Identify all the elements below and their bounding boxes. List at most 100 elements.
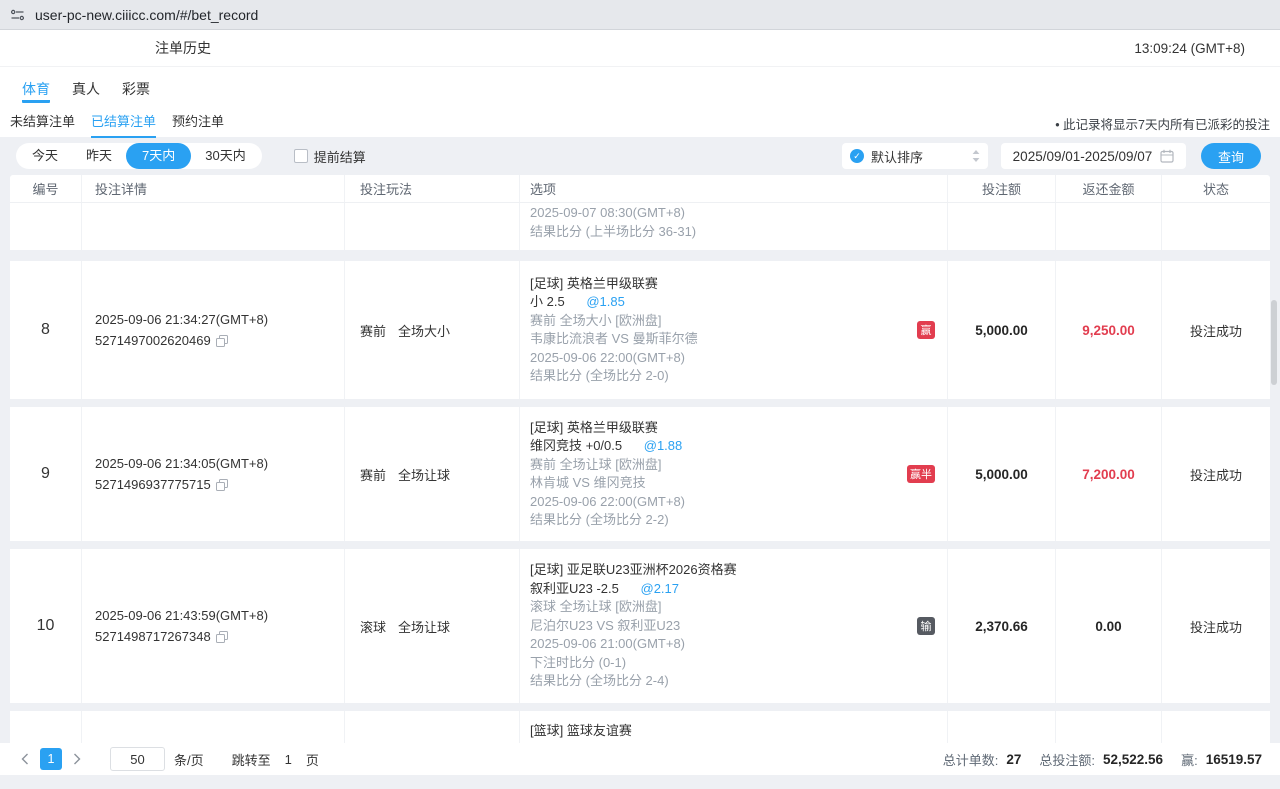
status-badge: 投注成功 bbox=[1190, 465, 1242, 484]
option-pick: 维冈竞技 +0/0.5 bbox=[530, 438, 622, 453]
bet-time: 2025-09-06 21:34:27(GMT+8) bbox=[95, 312, 344, 327]
bet-id: 5271496937775715 bbox=[95, 477, 211, 492]
option-bet-score: 下注时比分 (0-1) bbox=[530, 654, 947, 673]
range-30days-button[interactable]: 30天内 bbox=[191, 143, 259, 169]
option-league: [足球] 英格兰甲级联赛 bbox=[530, 419, 947, 438]
per-page-label: 条/页 bbox=[174, 750, 204, 769]
option-result-score: 结果比分 (全场比分 2-2) bbox=[530, 511, 947, 530]
stake-amount: 5,000.00 bbox=[975, 323, 1028, 338]
col-header-no: 编号 bbox=[10, 175, 82, 202]
browser-address-bar[interactable]: user-pc-new.ciiicc.com/#/bet_record bbox=[0, 0, 1280, 30]
total-count-label: 总计单数: bbox=[943, 750, 999, 769]
play-type: 全场让球 bbox=[398, 617, 450, 636]
table-row: 8 2025-09-06 21:34:27(GMT+8) 52714970026… bbox=[10, 261, 1270, 399]
option-result-score: 结果比分 (上半场比分 36-31) bbox=[530, 223, 947, 242]
status-badge: 投注成功 bbox=[1190, 321, 1242, 340]
tab-lottery[interactable]: 彩票 bbox=[122, 79, 150, 103]
option-league: [篮球] 篮球友谊赛 bbox=[530, 722, 947, 741]
bet-time: 2025-09-06 21:43:59(GMT+8) bbox=[95, 608, 344, 623]
col-header-payout: 返还金额 bbox=[1056, 175, 1162, 202]
jump-page-value[interactable]: 1 bbox=[285, 752, 292, 767]
option-pick: 小 2.5 bbox=[530, 294, 565, 309]
date-range-picker[interactable]: 2025/09/01-2025/09/07 bbox=[1001, 143, 1186, 169]
calendar-icon bbox=[1160, 149, 1174, 163]
result-badge: 赢半 bbox=[907, 465, 935, 483]
stake-amount: 5,000.00 bbox=[975, 467, 1028, 482]
check-circle-icon: ✓ bbox=[850, 149, 864, 163]
search-button[interactable]: 查询 bbox=[1201, 143, 1261, 169]
option-match: 尼泊尔U23 VS 叙利亚U23 bbox=[530, 617, 947, 636]
total-count-value: 27 bbox=[1006, 752, 1021, 767]
page-size-input[interactable] bbox=[110, 747, 165, 771]
table-row-partial-top: 2025-09-07 08:30(GMT+8) 结果比分 (上半场比分 36-3… bbox=[10, 203, 1270, 250]
row-no: 10 bbox=[10, 549, 82, 703]
col-header-stake: 投注额 bbox=[948, 175, 1056, 202]
option-match: 林肯城 VS 维冈竞技 bbox=[530, 474, 947, 493]
total-stake-value: 52,522.56 bbox=[1103, 752, 1163, 767]
chevron-left-icon[interactable] bbox=[18, 753, 32, 765]
range-7days-button[interactable]: 7天内 bbox=[126, 143, 191, 169]
chevron-right-icon[interactable] bbox=[70, 753, 84, 765]
category-tabs: 体育 真人 彩票 bbox=[0, 66, 1280, 103]
early-settle-checkbox-wrap[interactable]: 提前结算 bbox=[294, 147, 366, 166]
subtab-settled[interactable]: 已结算注单 bbox=[91, 111, 156, 138]
option-odds: @1.88 bbox=[644, 438, 683, 453]
date-range-value: 2025/09/01-2025/09/07 bbox=[1013, 149, 1153, 164]
play-type: 全场大小 bbox=[398, 321, 450, 340]
early-settle-checkbox[interactable] bbox=[294, 149, 308, 163]
play-phase: 赛前 bbox=[360, 465, 386, 484]
option-match-time: 2025-09-06 21:00(GMT+8) bbox=[530, 635, 947, 654]
total-win-value: 16519.57 bbox=[1206, 752, 1262, 767]
sort-arrows-icon bbox=[972, 150, 980, 162]
bet-time: 2025-09-06 21:34:05(GMT+8) bbox=[95, 456, 344, 471]
copy-icon[interactable] bbox=[216, 335, 228, 347]
tab-sports[interactable]: 体育 bbox=[22, 79, 50, 103]
table-header-row: 编号 投注详情 投注玩法 选项 投注额 返还金额 状态 bbox=[10, 175, 1270, 203]
copy-icon[interactable] bbox=[216, 479, 228, 491]
copy-icon[interactable] bbox=[216, 631, 228, 643]
option-match-time: 2025-09-06 22:00(GMT+8) bbox=[530, 493, 947, 512]
sort-select[interactable]: ✓ 默认排序 bbox=[842, 143, 988, 169]
col-header-option: 选项 bbox=[520, 175, 948, 202]
pagination-bar: 1 条/页 跳转至 1 页 总计单数: 27 总投注额: 52,522.56 赢… bbox=[0, 743, 1280, 775]
range-yesterday-button[interactable]: 昨天 bbox=[72, 143, 126, 169]
play-phase: 赛前 bbox=[360, 321, 386, 340]
option-market: 赛前 全场大小 [欧洲盘] bbox=[530, 312, 947, 331]
range-today-button[interactable]: 今天 bbox=[18, 143, 72, 169]
row-no: 8 bbox=[10, 261, 82, 399]
totals-summary: 总计单数: 27 总投注额: 52,522.56 赢: 16519.57 bbox=[943, 750, 1262, 769]
vertical-scrollbar-thumb[interactable] bbox=[1271, 300, 1277, 385]
payout-amount: 9,250.00 bbox=[1082, 323, 1135, 338]
option-pick: 叙利亚U23 -2.5 bbox=[530, 581, 619, 596]
early-settle-label: 提前结算 bbox=[314, 147, 366, 166]
filter-bar: 今天 昨天 7天内 30天内 提前结算 ✓ 默认排序 2025/09/01-20… bbox=[16, 143, 1270, 169]
subtab-unsettled[interactable]: 未结算注单 bbox=[10, 111, 75, 138]
col-header-detail: 投注详情 bbox=[82, 175, 345, 202]
sort-selected-label: 默认排序 bbox=[871, 147, 965, 166]
app-header: 注单历史 13:09:24 (GMT+8) bbox=[0, 30, 1280, 66]
col-header-play: 投注玩法 bbox=[345, 175, 520, 202]
row-no: 9 bbox=[10, 407, 82, 541]
page-number-button[interactable]: 1 bbox=[40, 748, 62, 770]
result-badge: 输 bbox=[917, 617, 935, 635]
total-win-label: 赢: bbox=[1181, 750, 1198, 769]
stake-amount: 2,370.66 bbox=[975, 619, 1028, 634]
result-badge: 赢 bbox=[917, 321, 935, 339]
tab-live[interactable]: 真人 bbox=[72, 79, 100, 103]
url-text: user-pc-new.ciiicc.com/#/bet_record bbox=[35, 7, 258, 23]
url-tune-icon[interactable] bbox=[10, 8, 25, 22]
payout-amount: 0.00 bbox=[1095, 619, 1121, 634]
record-note: • 此记录将显示7天内所有已派彩的投注 bbox=[1055, 111, 1270, 133]
table-row: 10 2025-09-06 21:43:59(GMT+8) 5271498717… bbox=[10, 549, 1270, 703]
server-clock: 13:09:24 (GMT+8) bbox=[1134, 41, 1245, 56]
bet-table: 编号 投注详情 投注玩法 选项 投注额 返还金额 状态 2025-09-07 0… bbox=[10, 175, 1270, 743]
option-league: [足球] 亚足联U23亚洲杯2026资格赛 bbox=[530, 561, 947, 580]
jump-to-label: 跳转至 bbox=[232, 750, 271, 769]
col-header-status: 状态 bbox=[1162, 175, 1270, 202]
option-match-time: 2025-09-06 22:00(GMT+8) bbox=[530, 349, 947, 368]
bet-id: 5271498717267348 bbox=[95, 629, 211, 644]
subtab-reserved[interactable]: 预约注单 bbox=[172, 111, 224, 138]
date-range-group: 今天 昨天 7天内 30天内 bbox=[16, 143, 262, 169]
table-row-partial-bottom: [篮球] 篮球友谊赛 bbox=[10, 711, 1270, 743]
option-odds: @1.85 bbox=[586, 294, 625, 309]
